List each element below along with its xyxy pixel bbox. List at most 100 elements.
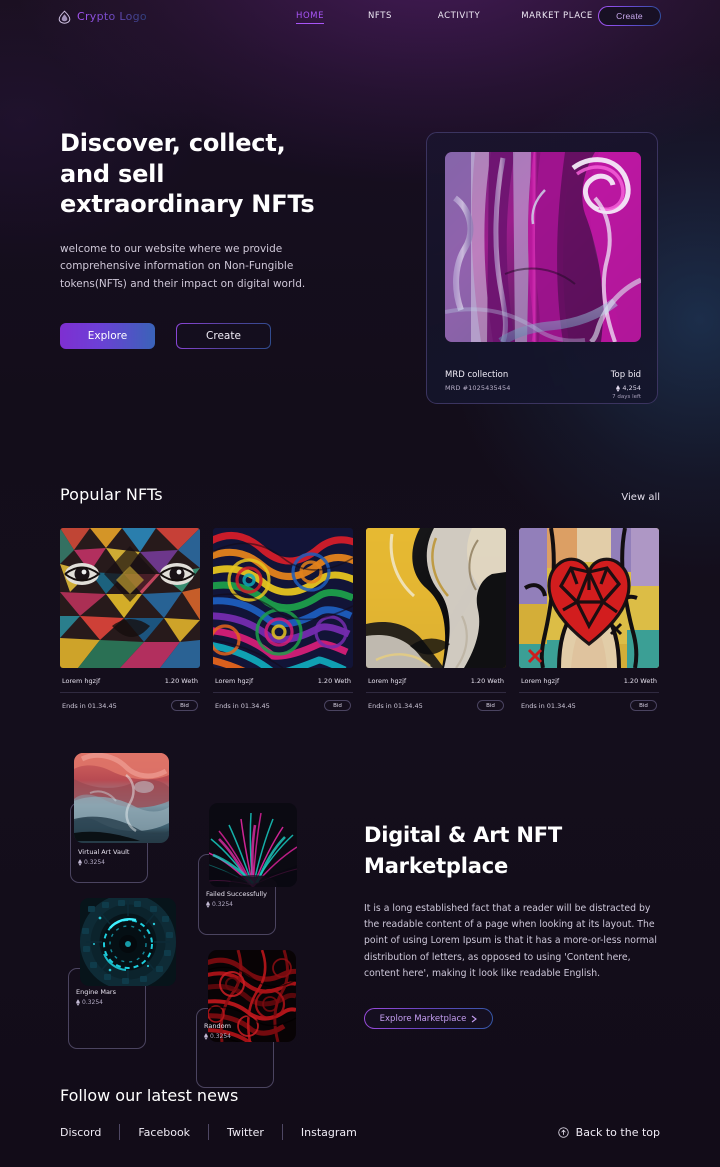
hero-subtitle: welcome to our website where we provide … xyxy=(60,241,320,294)
nft-name: Lorem hgzjf xyxy=(368,677,406,685)
gallery-item-price: 0.3254 xyxy=(84,859,105,866)
nft-artwork-gold-black-marble xyxy=(366,528,506,668)
divider xyxy=(213,692,353,693)
nav-item-nfts[interactable]: NFTS xyxy=(368,11,392,24)
gallery-item-name: Virtual Art Vault xyxy=(78,848,129,856)
gallery-label: Random 0.3254 xyxy=(204,1022,231,1040)
view-all-link[interactable]: View all xyxy=(621,492,660,503)
nav-item-activity[interactable]: ACTIVITY xyxy=(438,11,480,24)
nft-bid-button[interactable]: Bid xyxy=(171,700,198,711)
popular-section-title: Popular NFTs xyxy=(60,485,163,504)
ethereum-icon xyxy=(204,1033,208,1040)
explore-marketplace-label: Explore Marketplace xyxy=(380,1014,467,1024)
gallery-artwork-magenta-teal-fur[interactable] xyxy=(209,803,297,887)
explore-marketplace-button[interactable]: Explore Marketplace xyxy=(364,1008,493,1029)
nft-card[interactable]: Lorem hgzjf 1.20 Weth Ends in 01.34.45 B… xyxy=(60,528,200,711)
nav-create-button[interactable]: Create xyxy=(598,6,661,26)
nft-price: 1.20 Weth xyxy=(165,677,198,685)
gallery-item-price: 0.3254 xyxy=(212,901,233,908)
featured-nft-artwork xyxy=(445,152,641,342)
gallery-label: Failed Successfully 0.3254 xyxy=(206,890,267,908)
footer-link-instagram[interactable]: Instagram xyxy=(301,1126,357,1139)
hero-title-line-3: extraordinary NFTs xyxy=(60,190,314,218)
gallery-item-name: Random xyxy=(204,1022,231,1030)
marketplace-body: It is a long established fact that a rea… xyxy=(364,901,660,982)
popular-nft-grid: Lorem hgzjf 1.20 Weth Ends in 01.34.45 B… xyxy=(60,528,660,711)
ethereum-icon xyxy=(616,385,620,392)
marketplace-title-line-1: Digital & Art NFT xyxy=(364,823,562,847)
nft-price: 1.20 Weth xyxy=(471,677,504,685)
nft-countdown: Ends in 01.34.45 xyxy=(62,702,117,710)
gallery-artwork-red-teal-cloud[interactable] xyxy=(74,753,169,843)
nft-card[interactable]: Lorem hgzjf 1.20 Weth Ends in 01.34.45 B… xyxy=(519,528,659,711)
ethereum-icon xyxy=(206,901,210,908)
site-footer: Follow our latest news Discord Facebook … xyxy=(60,1086,660,1140)
nav-item-market-place[interactable]: MARKET PLACE xyxy=(521,11,593,24)
top-navigation: Crypto Logo HOME NFTS ACTIVITY MARKET PL… xyxy=(0,0,720,33)
divider xyxy=(366,692,506,693)
nav-links: HOME NFTS ACTIVITY MARKET PLACE xyxy=(296,11,593,24)
nft-price: 1.20 Weth xyxy=(624,677,657,685)
nft-artwork-rainbow-swirl xyxy=(213,528,353,668)
gallery-label: Engine Mars 0.3254 xyxy=(76,988,116,1006)
divider xyxy=(208,1124,209,1140)
hero-create-button[interactable]: Create xyxy=(176,323,271,349)
back-to-top-label: Back to the top xyxy=(576,1126,660,1139)
back-to-top-button[interactable]: Back to the top xyxy=(558,1126,660,1139)
featured-top-bid-label: Top bid xyxy=(611,370,641,380)
featured-nft-card[interactable]: MRD collection MRD #1025435454 Top bid 4… xyxy=(426,132,658,404)
gallery-artwork-cyan-tunnel-ring[interactable] xyxy=(80,898,176,986)
footer-link-facebook[interactable]: Facebook xyxy=(138,1126,190,1139)
hero-title: Discover, collect, and sell extraordinar… xyxy=(60,128,360,220)
nft-artwork-geometric-mural-eyes xyxy=(60,528,200,668)
gallery-item-name: Failed Successfully xyxy=(206,890,267,898)
nft-name: Lorem hgzjf xyxy=(521,677,559,685)
brand-name: Crypto Logo xyxy=(77,10,147,23)
nft-card[interactable]: Lorem hgzjf 1.20 Weth Ends in 01.34.45 B… xyxy=(366,528,506,711)
nft-bid-button[interactable]: Bid xyxy=(630,700,657,711)
divider xyxy=(282,1124,283,1140)
divider xyxy=(519,692,659,693)
nft-countdown: Ends in 01.34.45 xyxy=(368,702,423,710)
featured-token-id: MRD #1025435454 xyxy=(445,384,511,392)
hero-title-line-1: Discover, collect, xyxy=(60,129,286,157)
gallery-label: Virtual Art Vault 0.3254 xyxy=(78,848,129,866)
gallery-collage: Virtual Art Vault 0.3254 xyxy=(60,750,320,1060)
gallery-item-price: 0.3254 xyxy=(82,999,103,1006)
featured-time-left: 7 days left xyxy=(611,394,641,400)
brand-logo[interactable]: Crypto Logo xyxy=(58,10,147,24)
gallery-item-price: 0.3254 xyxy=(210,1033,231,1040)
footer-link-discord[interactable]: Discord xyxy=(60,1126,101,1139)
nft-price: 1.20 Weth xyxy=(318,677,351,685)
nft-card[interactable]: Lorem hgzjf 1.20 Weth Ends in 01.34.45 B… xyxy=(213,528,353,711)
arrow-up-circle-icon xyxy=(558,1127,569,1138)
ethereum-icon xyxy=(76,999,80,1006)
marketplace-title: Digital & Art NFT Marketplace xyxy=(364,820,660,882)
ethereum-icon xyxy=(78,859,82,866)
nft-artwork-red-heart-hands xyxy=(519,528,659,668)
featured-nft-meta: MRD collection MRD #1025435454 Top bid 4… xyxy=(445,370,641,400)
hero-title-line-2: and sell xyxy=(60,160,164,188)
popular-section-header: Popular NFTs View all xyxy=(60,485,660,504)
nft-countdown: Ends in 01.34.45 xyxy=(521,702,576,710)
marketplace-title-line-2: Marketplace xyxy=(364,854,508,878)
featured-bid-value: 4,254 xyxy=(622,384,641,392)
gallery-item-name: Engine Mars xyxy=(76,988,116,996)
footer-title: Follow our latest news xyxy=(60,1086,660,1105)
nav-item-home[interactable]: HOME xyxy=(296,11,324,24)
footer-social-links: Discord Facebook Twitter Instagram xyxy=(60,1124,357,1140)
chevron-right-icon xyxy=(471,1015,477,1023)
hero-explore-button[interactable]: Explore xyxy=(60,323,155,349)
nft-bid-button[interactable]: Bid xyxy=(477,700,504,711)
footer-link-twitter[interactable]: Twitter xyxy=(227,1126,264,1139)
divider xyxy=(60,692,200,693)
nft-name: Lorem hgzjf xyxy=(215,677,253,685)
nft-countdown: Ends in 01.34.45 xyxy=(215,702,270,710)
marketplace-section: Digital & Art NFT Marketplace It is a lo… xyxy=(364,820,660,1029)
diamond-logo-icon xyxy=(58,10,71,24)
nft-bid-button[interactable]: Bid xyxy=(324,700,351,711)
nft-name: Lorem hgzjf xyxy=(62,677,100,685)
page-root: Crypto Logo HOME NFTS ACTIVITY MARKET PL… xyxy=(0,0,720,1167)
featured-collection-name: MRD collection xyxy=(445,370,511,380)
divider xyxy=(119,1124,120,1140)
